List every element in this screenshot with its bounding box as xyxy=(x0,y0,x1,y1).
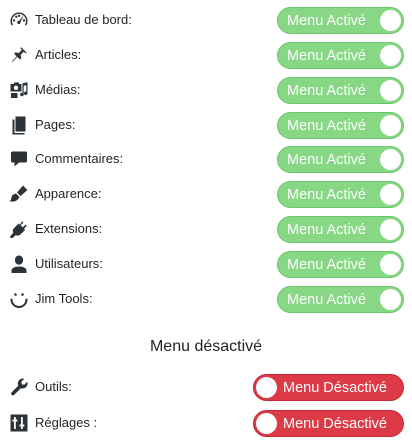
menu-row-jim-tools: Jim Tools: Menu Activé xyxy=(0,285,412,315)
menu-row-comments: Commentaires: Menu Activé xyxy=(0,145,412,175)
medias-menu-toggle[interactable]: Menu Activé xyxy=(277,77,404,104)
toggle-knob xyxy=(380,289,401,310)
menu-label: Tableau de bord: xyxy=(35,12,132,27)
menu-label: Outils: xyxy=(35,379,72,394)
toggle-label: Menu Désactivé xyxy=(283,380,387,396)
toggle-label: Menu Activé xyxy=(287,152,366,168)
menu-row-extensions: Extensions: Menu Activé xyxy=(0,215,412,245)
toggle-knob xyxy=(380,149,401,170)
toggle-label: Menu Activé xyxy=(287,222,366,238)
toggle-knob xyxy=(380,254,401,275)
menu-label: Extensions: xyxy=(35,221,103,236)
smile-icon xyxy=(9,289,29,309)
toggle-label: Menu Activé xyxy=(287,118,366,134)
dashboard-menu-toggle[interactable]: Menu Activé xyxy=(277,7,404,34)
menu-label: Pages: xyxy=(35,117,76,132)
toggle-knob xyxy=(380,184,401,205)
toggle-label: Menu Activé xyxy=(287,83,366,99)
pushpin-icon xyxy=(9,45,29,65)
menu-label: Réglages : xyxy=(35,415,98,430)
toggle-label: Menu Activé xyxy=(287,292,366,308)
jim-tools-menu-toggle[interactable]: Menu Activé xyxy=(277,286,404,313)
tools-menu-toggle[interactable]: Menu Désactivé xyxy=(253,374,404,401)
menu-row-users: Utilisateurs: Menu Activé xyxy=(0,250,412,280)
settings-sliders-icon xyxy=(9,413,29,433)
toggle-knob xyxy=(380,80,401,101)
menu-label: Articles: xyxy=(35,47,82,62)
toggle-label: Menu Activé xyxy=(287,187,366,203)
menu-label: Jim Tools: xyxy=(35,291,93,306)
toggle-knob xyxy=(380,10,401,31)
toggle-knob xyxy=(380,219,401,240)
paintbrush-icon xyxy=(9,184,29,204)
toggle-knob xyxy=(380,115,401,136)
disabled-section-heading: Menu désactivé xyxy=(149,338,263,355)
pages-menu-toggle[interactable]: Menu Activé xyxy=(277,112,404,139)
menu-row-medias: Médias: Menu Activé xyxy=(0,76,412,106)
menu-row-appearance: Apparence: Menu Activé xyxy=(0,180,412,210)
comments-menu-toggle[interactable]: Menu Activé xyxy=(277,146,404,173)
settings-menu-toggle[interactable]: Menu Désactivé xyxy=(253,410,404,437)
pages-icon xyxy=(9,115,29,135)
menu-row-tools: Outils: Menu Désactivé xyxy=(0,373,412,403)
menu-label: Commentaires: xyxy=(35,151,124,166)
users-menu-toggle[interactable]: Menu Activé xyxy=(277,251,404,278)
menu-row-articles: Articles: Menu Activé xyxy=(0,41,412,71)
menu-row-settings: Réglages : Menu Désactivé xyxy=(0,409,412,439)
media-icon xyxy=(9,80,29,100)
toggle-label: Menu Activé xyxy=(287,257,366,273)
menu-label: Utilisateurs: xyxy=(35,256,103,271)
articles-menu-toggle[interactable]: Menu Activé xyxy=(277,42,404,69)
appearance-menu-toggle[interactable]: Menu Activé xyxy=(277,181,404,208)
menu-row-pages: Pages: Menu Activé xyxy=(0,111,412,141)
toggle-label: Menu Activé xyxy=(287,13,366,29)
comment-icon xyxy=(9,149,29,169)
toggle-knob xyxy=(256,413,277,434)
toggle-label: Menu Désactivé xyxy=(283,416,387,432)
menu-row-dashboard: Tableau de bord: Menu Activé xyxy=(0,6,412,36)
toggle-label: Menu Activé xyxy=(287,48,366,64)
dashboard-icon xyxy=(9,10,29,30)
menu-label: Apparence: xyxy=(35,186,102,201)
extensions-menu-toggle[interactable]: Menu Activé xyxy=(277,216,404,243)
plugin-icon xyxy=(9,219,29,239)
toggle-knob xyxy=(380,45,401,66)
wrench-icon xyxy=(9,377,29,397)
menu-label: Médias: xyxy=(35,82,81,97)
toggle-knob xyxy=(256,377,277,398)
user-icon xyxy=(9,254,29,274)
